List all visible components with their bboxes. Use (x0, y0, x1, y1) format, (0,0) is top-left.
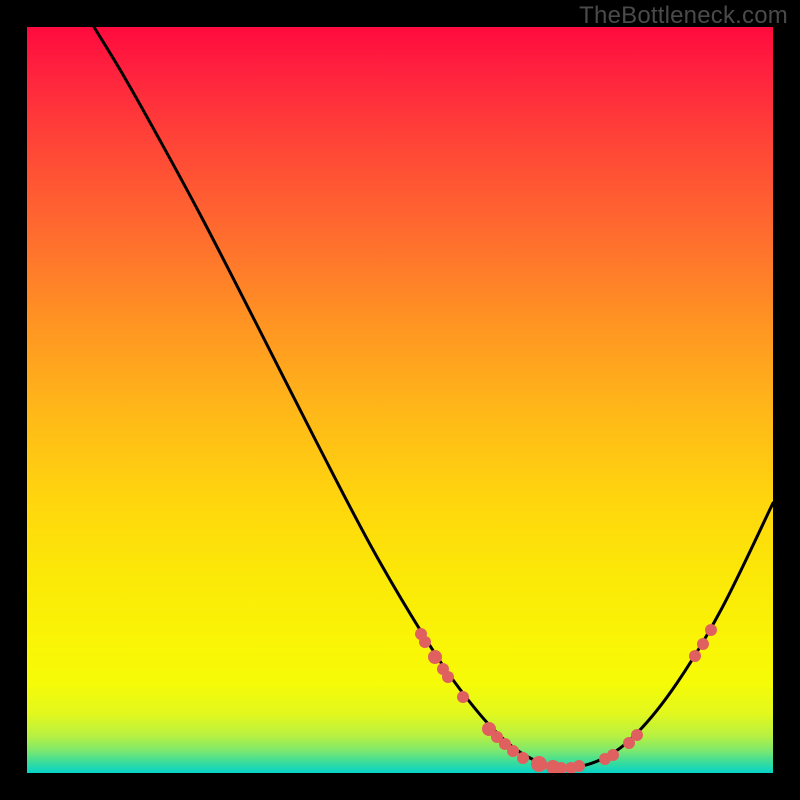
watermark-text: TheBottleneck.com (579, 2, 788, 30)
curve-marker (419, 636, 431, 648)
curve-marker (531, 756, 547, 772)
curve-marker (442, 671, 454, 683)
curve-marker (689, 650, 701, 662)
curve-marker (697, 638, 709, 650)
curve-marker (607, 749, 619, 761)
curve-marker (507, 745, 519, 757)
chart-svg (27, 27, 773, 773)
plot-area (27, 27, 773, 773)
curve-marker (457, 691, 469, 703)
curve-marker (517, 752, 529, 764)
chart-container: TheBottleneck.com (0, 0, 800, 800)
curve-marker (428, 650, 442, 664)
curve-marker (573, 760, 585, 772)
curve-marker (631, 729, 643, 741)
curve-marker (705, 624, 717, 636)
curve-markers (415, 624, 717, 773)
